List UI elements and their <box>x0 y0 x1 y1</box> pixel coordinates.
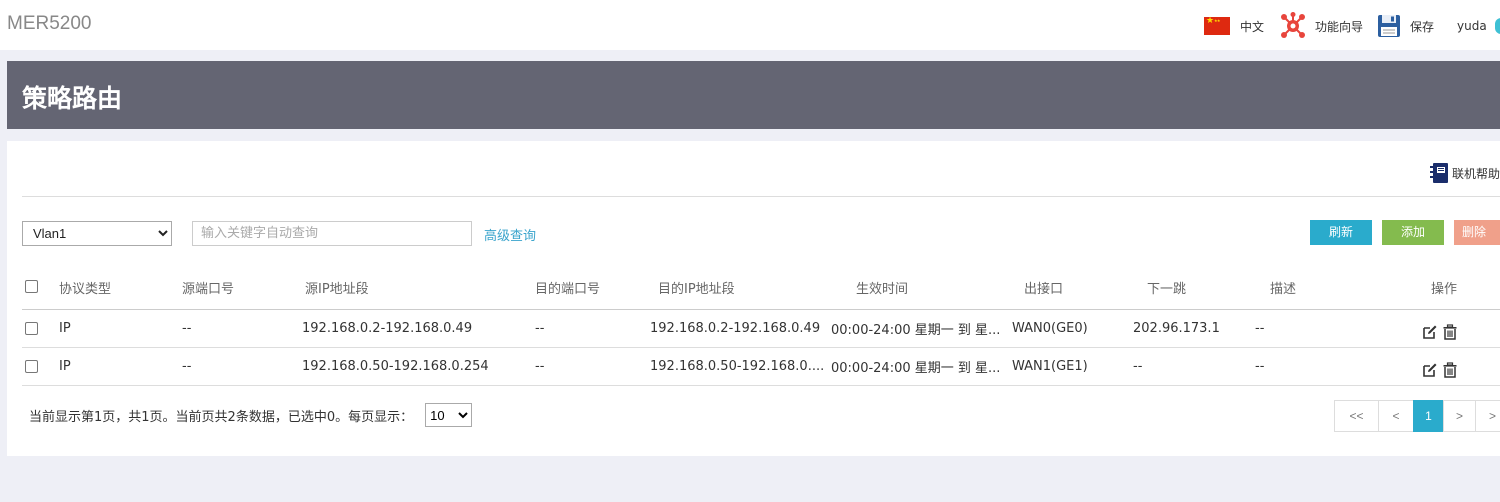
trash-icon[interactable] <box>1442 323 1458 340</box>
cell-operations <box>1400 351 1480 388</box>
table-row: IP -- 192.168.0.2-192.168.0.49 -- 192.16… <box>22 310 1500 348</box>
username: yuda <box>1457 19 1487 33</box>
pager: << < 1 > > <box>1334 400 1500 432</box>
row-select-cell <box>25 310 45 347</box>
cell-out-interface: WAN0(GE0) <box>1012 321 1088 336</box>
header-dst-ip: 目的IP地址段 <box>658 281 735 297</box>
save-icon <box>1378 15 1400 37</box>
table-header-row: 协议类型 源端口号 源IP地址段 目的端口号 目的IP地址段 生效时间 出接口 … <box>22 265 1500 310</box>
online-help-link[interactable]: 联机帮助 <box>1429 163 1500 183</box>
header-protocol: 协议类型 <box>59 281 112 297</box>
vlan-select[interactable]: Vlan1 <box>22 221 172 246</box>
delete-button[interactable]: 删除 <box>1454 220 1500 245</box>
cell-dst-ip: 192.168.0.2-192.168.0.49 <box>650 321 821 336</box>
cell-protocol: IP <box>59 359 71 374</box>
edit-icon[interactable] <box>1422 324 1438 340</box>
select-all-cell <box>25 265 45 309</box>
china-flag-icon <box>1204 16 1230 35</box>
cell-dst-port: -- <box>535 359 545 374</box>
add-button[interactable]: 添加 <box>1382 220 1444 245</box>
save-label: 保存 <box>1410 19 1435 34</box>
top-bar: MER5200 中文 功能向导 保存 <box>0 0 1500 50</box>
cell-src-ip: 192.168.0.2-192.168.0.49 <box>302 321 473 336</box>
cell-protocol: IP <box>59 321 71 336</box>
trash-icon[interactable] <box>1442 361 1458 378</box>
header-src-ip: 源IP地址段 <box>305 281 369 297</box>
first-page-button[interactable]: << <box>1334 400 1379 432</box>
header-src-port: 源端口号 <box>182 281 235 297</box>
cell-time: 00:00-24:00 星期一 到 星... <box>831 323 1001 338</box>
advanced-query-link[interactable]: 高级查询 <box>484 225 536 244</box>
edit-icon[interactable] <box>1422 362 1438 378</box>
wizard-button[interactable]: 功能向导 <box>1279 12 1363 40</box>
language-label: 中文 <box>1240 19 1265 34</box>
cell-src-port: -- <box>182 321 192 336</box>
user-menu[interactable]: yuda <box>1457 14 1487 38</box>
content-panel: 联机帮助 Vlan1 高级查询 刷新 添加 删除 协议类型 源端口号 源IP地址… <box>7 141 1500 456</box>
row-checkbox[interactable] <box>25 322 38 335</box>
last-page-button[interactable]: > <box>1475 400 1500 432</box>
cell-desc: -- <box>1255 321 1265 336</box>
brand-logo: MER5200 <box>7 13 92 34</box>
cell-operations <box>1400 313 1480 350</box>
pagination-summary: 当前显示第1页，共1页。当前页共2条数据，已选中0。每页显示： <box>29 409 414 425</box>
page-title: 策略路由 <box>22 84 123 113</box>
header-time: 生效时间 <box>856 281 909 297</box>
cell-next-hop: -- <box>1133 359 1143 374</box>
per-page-select[interactable]: 10 <box>425 403 473 427</box>
header-desc: 描述 <box>1270 281 1297 297</box>
cell-time: 00:00-24:00 星期一 到 星... <box>831 361 1001 376</box>
next-page-button[interactable]: > <box>1443 400 1476 432</box>
current-page-button[interactable]: 1 <box>1413 400 1444 432</box>
help-label: 联机帮助 <box>1451 166 1500 181</box>
user-status-icon <box>1495 18 1500 34</box>
header-out-interface: 出接口 <box>1024 281 1064 297</box>
cell-desc: -- <box>1255 359 1265 374</box>
header-next-hop: 下一跳 <box>1147 281 1187 297</box>
select-all-checkbox[interactable] <box>25 279 38 293</box>
cell-dst-ip: 192.168.0.50-192.168.0.... <box>650 359 825 374</box>
prev-page-button[interactable]: < <box>1378 400 1414 432</box>
wizard-label: 功能向导 <box>1315 19 1364 34</box>
divider <box>22 196 1500 197</box>
search-input[interactable] <box>192 221 472 246</box>
cell-src-ip: 192.168.0.50-192.168.0.254 <box>302 359 489 374</box>
row-select-cell <box>25 348 45 385</box>
header-dst-port: 目的端口号 <box>535 281 601 297</box>
save-button[interactable]: 保存 <box>1377 14 1434 38</box>
cell-src-port: -- <box>182 359 192 374</box>
wizard-icon <box>1281 12 1305 38</box>
help-book-icon <box>1429 163 1448 183</box>
language-switch[interactable]: 中文 <box>1204 14 1264 38</box>
cell-out-interface: WAN1(GE1) <box>1012 359 1088 374</box>
refresh-button[interactable]: 刷新 <box>1310 220 1372 245</box>
row-checkbox[interactable] <box>25 360 38 373</box>
page-header: 策略路由 <box>7 61 1500 129</box>
pagination-info: 当前显示第1页，共1页。当前页共2条数据，已选中0。每页显示： 10 <box>29 403 473 427</box>
table-row: IP -- 192.168.0.50-192.168.0.254 -- 192.… <box>22 348 1500 386</box>
header-operations: 操作 <box>1430 281 1457 297</box>
cell-dst-port: -- <box>535 321 545 336</box>
cell-next-hop: 202.96.173.1 <box>1133 321 1220 336</box>
